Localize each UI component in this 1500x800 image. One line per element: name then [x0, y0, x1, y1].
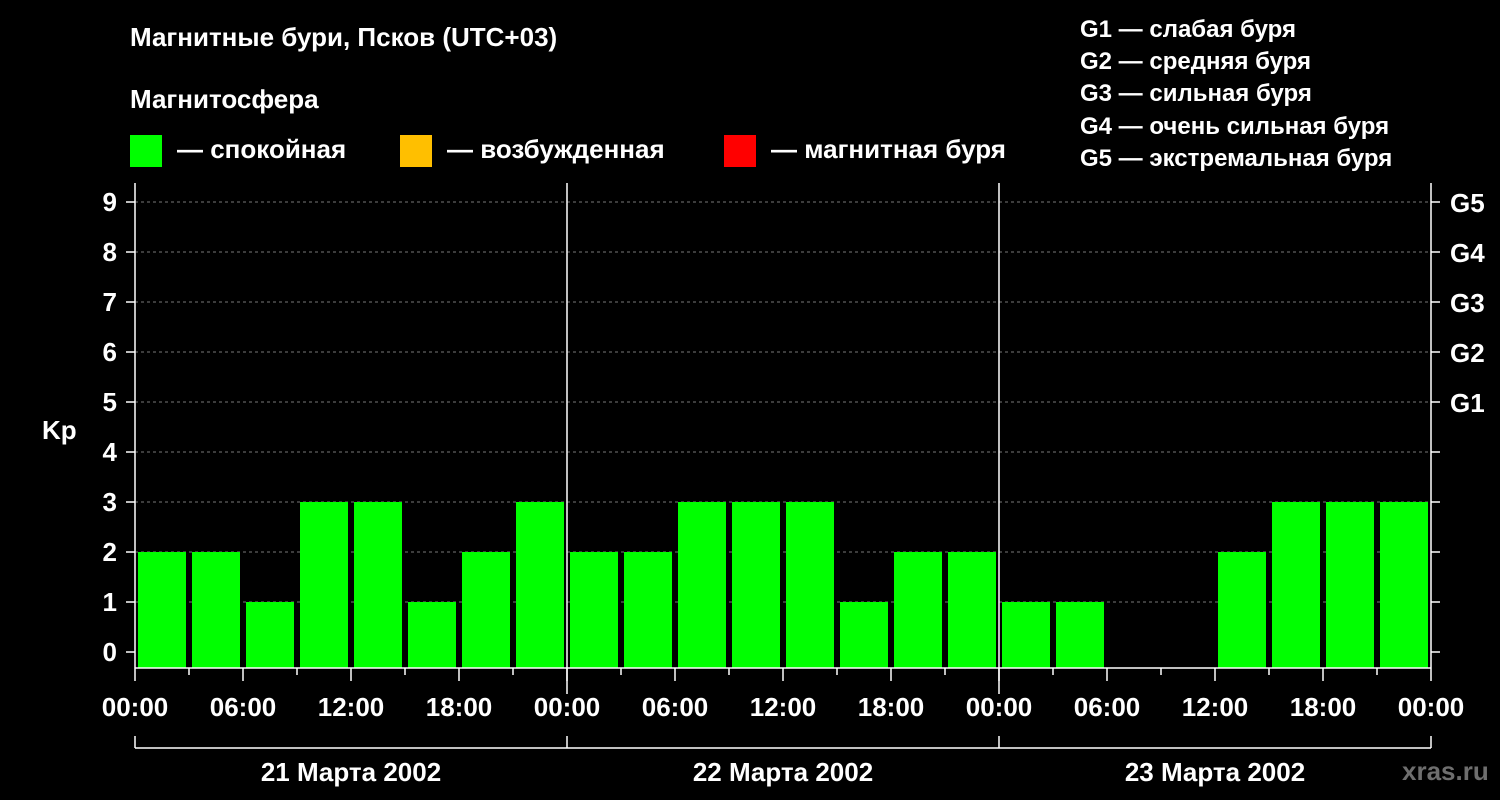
day-label: 23 Марта 2002: [1125, 757, 1305, 787]
kp-bar: [1326, 502, 1374, 668]
day-label: 22 Марта 2002: [693, 757, 873, 787]
kp-bar: [624, 552, 672, 668]
y-tick-label: 0: [103, 637, 117, 667]
kp-bar: [300, 502, 348, 668]
kp-bar: [894, 552, 942, 668]
x-tick-label: 12:00: [750, 692, 817, 722]
x-tick-label: 06:00: [642, 692, 709, 722]
kp-bar: [948, 552, 996, 668]
g-scale-label: G5: [1450, 188, 1485, 218]
kp-chart: 0 1 2 3 4 5 6 7 8 9 G1 G2 G3 G4 G5 Kp 00:00 06:00 12:00 18:…: [42, 183, 1485, 787]
kp-bar: [192, 552, 240, 668]
y-axis-label: Kp: [42, 415, 77, 445]
y-tick-label: 2: [103, 537, 117, 567]
kp-bar: [1218, 552, 1266, 668]
kp-bar: [138, 552, 186, 668]
y-tick-label: 6: [103, 337, 117, 367]
x-tick-label: 18:00: [426, 692, 493, 722]
x-tick-label: 06:00: [210, 692, 277, 722]
kp-bar: [678, 502, 726, 668]
kp-bar: [354, 502, 402, 668]
x-tick-label: 18:00: [858, 692, 925, 722]
y-tick-label: 8: [103, 237, 117, 267]
g-scale-label: G3: [1450, 288, 1485, 318]
g-scale-label: G4: [1450, 238, 1485, 268]
kp-bar: [1002, 602, 1050, 668]
watermark: xras.ru: [1402, 756, 1489, 786]
y-tick-label: 7: [103, 287, 117, 317]
kp-bar: [1272, 502, 1320, 668]
kp-bar: [462, 552, 510, 668]
y-tick-label: 3: [103, 487, 117, 517]
y-tick-label: 1: [103, 587, 117, 617]
x-tick-label: 12:00: [1182, 692, 1249, 722]
g-scale-label: G1: [1450, 388, 1485, 418]
x-tick-label: 12:00: [318, 692, 385, 722]
kp-bar: [1056, 602, 1104, 668]
x-tick-label: 00:00: [966, 692, 1033, 722]
kp-bar: [516, 502, 564, 668]
kp-bar: [840, 602, 888, 668]
y-tick-label: 9: [103, 187, 117, 217]
kp-bar: [1380, 502, 1428, 668]
y-tick-label: 4: [103, 437, 118, 467]
y-tick-label: 5: [103, 387, 117, 417]
kp-bar: [246, 602, 294, 668]
kp-bar: [570, 552, 618, 668]
x-tick-label: 06:00: [1074, 692, 1141, 722]
x-tick-label: 00:00: [534, 692, 601, 722]
g-scale-label: G2: [1450, 338, 1485, 368]
x-tick-label: 00:00: [1398, 692, 1465, 722]
x-tick-label: 18:00: [1290, 692, 1357, 722]
kp-bar: [408, 602, 456, 668]
kp-bar: [786, 502, 834, 668]
day-label: 21 Марта 2002: [261, 757, 441, 787]
x-tick-label: 00:00: [102, 692, 169, 722]
kp-bar: [732, 502, 780, 668]
